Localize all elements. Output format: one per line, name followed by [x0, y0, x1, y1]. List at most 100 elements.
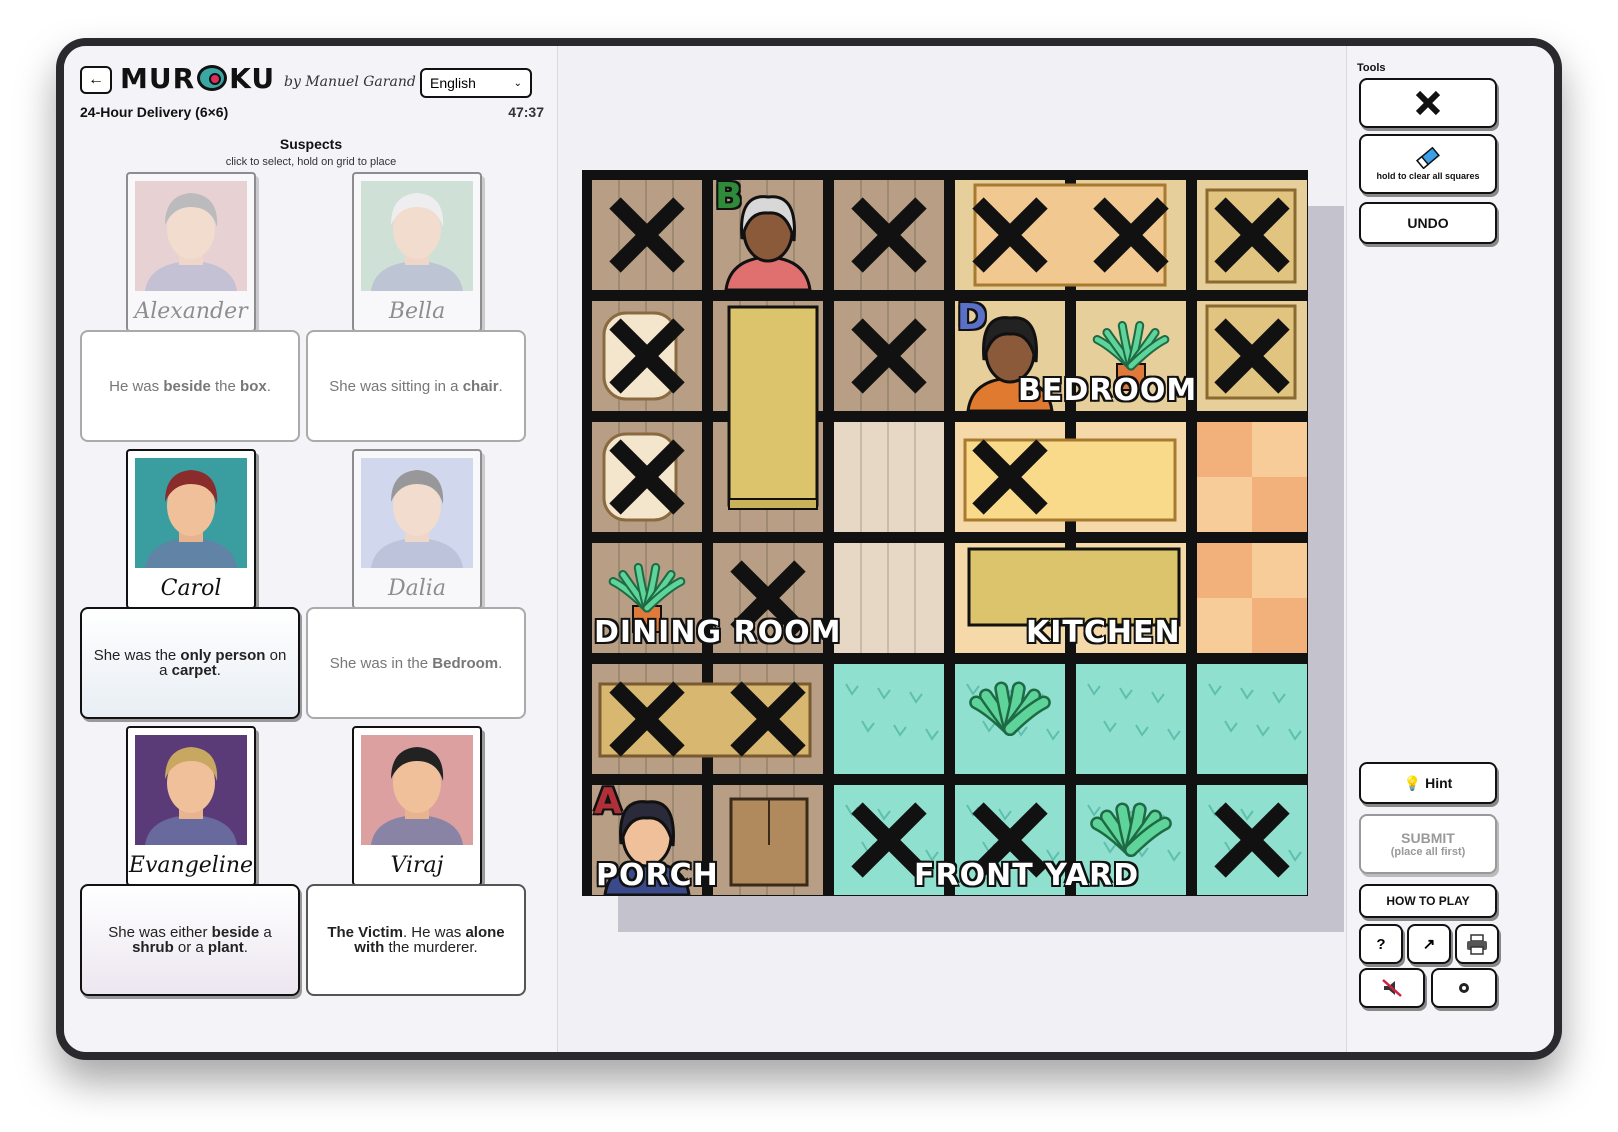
suspect-portrait: [135, 458, 247, 568]
board-cell[interactable]: [834, 422, 944, 532]
hint-button[interactable]: 💡 Hint: [1359, 762, 1497, 804]
how-to-play-button[interactable]: HOW TO PLAY: [1359, 884, 1497, 918]
board-cell[interactable]: [592, 180, 702, 290]
board-cell[interactable]: [592, 422, 702, 532]
suspect-card-viraj[interactable]: Viraj: [352, 726, 482, 886]
x-mark-icon: [1415, 90, 1441, 116]
suspect-name: Carol: [160, 576, 222, 601]
suspect-card-dalia[interactable]: Dalia: [352, 449, 482, 609]
board-cell[interactable]: [1076, 180, 1186, 290]
eraser-button[interactable]: hold to clear all squares: [1359, 134, 1497, 194]
suspects-panel: ← MUR KU by Manuel Garand English ⌄ 24-Hou…: [64, 46, 558, 1052]
question-icon: ?: [1376, 935, 1386, 953]
suspect-name: Viraj: [390, 853, 444, 878]
room-label-porch: PORCH: [595, 857, 719, 894]
back-button[interactable]: ←: [80, 66, 112, 94]
board-cell[interactable]: [1197, 180, 1307, 290]
suspect-card-alexander[interactable]: Alexander: [126, 172, 256, 332]
suspect-marker-d: D: [957, 297, 987, 338]
language-select[interactable]: English ⌄: [420, 68, 532, 98]
printer-icon: [1467, 934, 1487, 955]
suspect-card-bella[interactable]: Bella: [352, 172, 482, 332]
room-label-bedroom: BEDROOM: [1017, 372, 1198, 409]
suspect-name: Evangeline: [128, 853, 254, 878]
board-cell[interactable]: [592, 301, 702, 411]
board-cell[interactable]: [1197, 422, 1307, 532]
clue-dalia: She was in the Bedroom.: [306, 607, 526, 719]
suspect-name: Dalia: [388, 576, 446, 601]
chevron-down-icon: ⌄: [513, 77, 522, 89]
board-cell[interactable]: [713, 301, 823, 411]
suspect-portrait: [361, 181, 473, 291]
app-screen: ← MUR KU by Manuel Garand English ⌄ 24-Hou…: [64, 46, 1554, 1052]
clue-text: She was in the Bedroom.: [329, 654, 503, 672]
clue-text: She was either beside a shrub or a plant…: [108, 924, 272, 956]
logo: MUR KU: [120, 62, 276, 95]
suspect-name: Alexander: [134, 299, 248, 324]
board-cell[interactable]: [834, 180, 944, 290]
x-mark-icon: [609, 318, 685, 394]
x-mark-icon: [609, 439, 685, 515]
suspect-card-evangeline[interactable]: Evangeline: [126, 726, 256, 886]
board-cell[interactable]: [1197, 543, 1307, 653]
submit-button[interactable]: SUBMIT (place all first): [1359, 814, 1497, 874]
clue-alexander: He was beside the box.: [80, 330, 300, 442]
sound-off-icon: [1382, 979, 1402, 997]
suspect-name: Bella: [388, 299, 446, 324]
clue-viraj: The Victim. He was alone with the murder…: [306, 884, 526, 996]
clue-evangeline: She was either beside a shrub or a plant…: [80, 884, 300, 996]
board-cell[interactable]: [1076, 664, 1186, 774]
x-mark-icon: [972, 197, 1048, 273]
undo-button[interactable]: UNDO: [1359, 202, 1497, 244]
x-mark-icon: [851, 197, 927, 273]
board-cell[interactable]: [955, 422, 1065, 532]
timer: 47:37: [508, 104, 544, 120]
gear-icon: [1459, 983, 1469, 993]
board-cell[interactable]: [834, 543, 944, 653]
board-cell[interactable]: [834, 301, 944, 411]
clue-text: She was sitting in a chair.: [329, 377, 503, 395]
clue-text: She was the only person on a carpet.: [93, 647, 287, 679]
x-mark-icon: [1093, 197, 1169, 273]
settings-button[interactable]: [1431, 968, 1497, 1008]
help-button[interactable]: ?: [1359, 924, 1403, 964]
suspects-heading: Suspects: [279, 136, 343, 152]
print-button[interactable]: [1455, 924, 1499, 964]
x-mark-icon: [609, 197, 685, 273]
board-cell[interactable]: [1197, 301, 1307, 411]
board-cell[interactable]: [713, 422, 823, 532]
arrow-left-icon: ←: [88, 71, 104, 88]
suspect-portrait: [361, 735, 473, 845]
board-cell[interactable]: [1197, 664, 1307, 774]
suspect-marker-a: A: [594, 781, 622, 822]
board-cell[interactable]: [1076, 422, 1186, 532]
board-cell[interactable]: [955, 664, 1065, 774]
suspects-subheading: click to select, hold on grid to place: [225, 156, 397, 168]
board-cell[interactable]: [955, 180, 1065, 290]
board-cell[interactable]: [1197, 785, 1307, 895]
x-mark-icon: [1214, 197, 1290, 273]
x-mark-icon: [730, 681, 806, 757]
share-icon: ↗: [1422, 936, 1436, 953]
suspect-portrait: [135, 181, 247, 291]
board-cell[interactable]: [834, 664, 944, 774]
game-board[interactable]: DINING ROOM BEDROOM KITCHEN PORCH FRONT …: [582, 170, 1308, 896]
clue-text: The Victim. He was alone with the murder…: [327, 924, 505, 956]
device-frame: ← MUR KU by Manuel Garand English ⌄ 24-Hou…: [56, 38, 1562, 1060]
suspect-portrait: [135, 735, 247, 845]
clue-text: He was beside the box.: [109, 377, 271, 395]
suspect-card-carol[interactable]: Carol: [126, 449, 256, 609]
board-cell[interactable]: [592, 664, 702, 774]
room-label-kitchen: KITCHEN: [1025, 614, 1181, 651]
x-tool-button[interactable]: [1359, 78, 1497, 128]
x-mark-icon: [609, 681, 685, 757]
x-mark-icon: [1214, 318, 1290, 394]
puzzle-title: 24-Hour Delivery (6×6): [80, 104, 229, 120]
mute-button[interactable]: [1359, 968, 1425, 1008]
tools-heading: Tools: [1357, 62, 1386, 74]
board-cell[interactable]: [713, 785, 823, 895]
share-button[interactable]: ↗: [1407, 924, 1451, 964]
board-cell[interactable]: [713, 664, 823, 774]
room-label-dining-room: DINING ROOM: [593, 614, 842, 651]
byline: by Manuel Garand: [284, 74, 416, 90]
